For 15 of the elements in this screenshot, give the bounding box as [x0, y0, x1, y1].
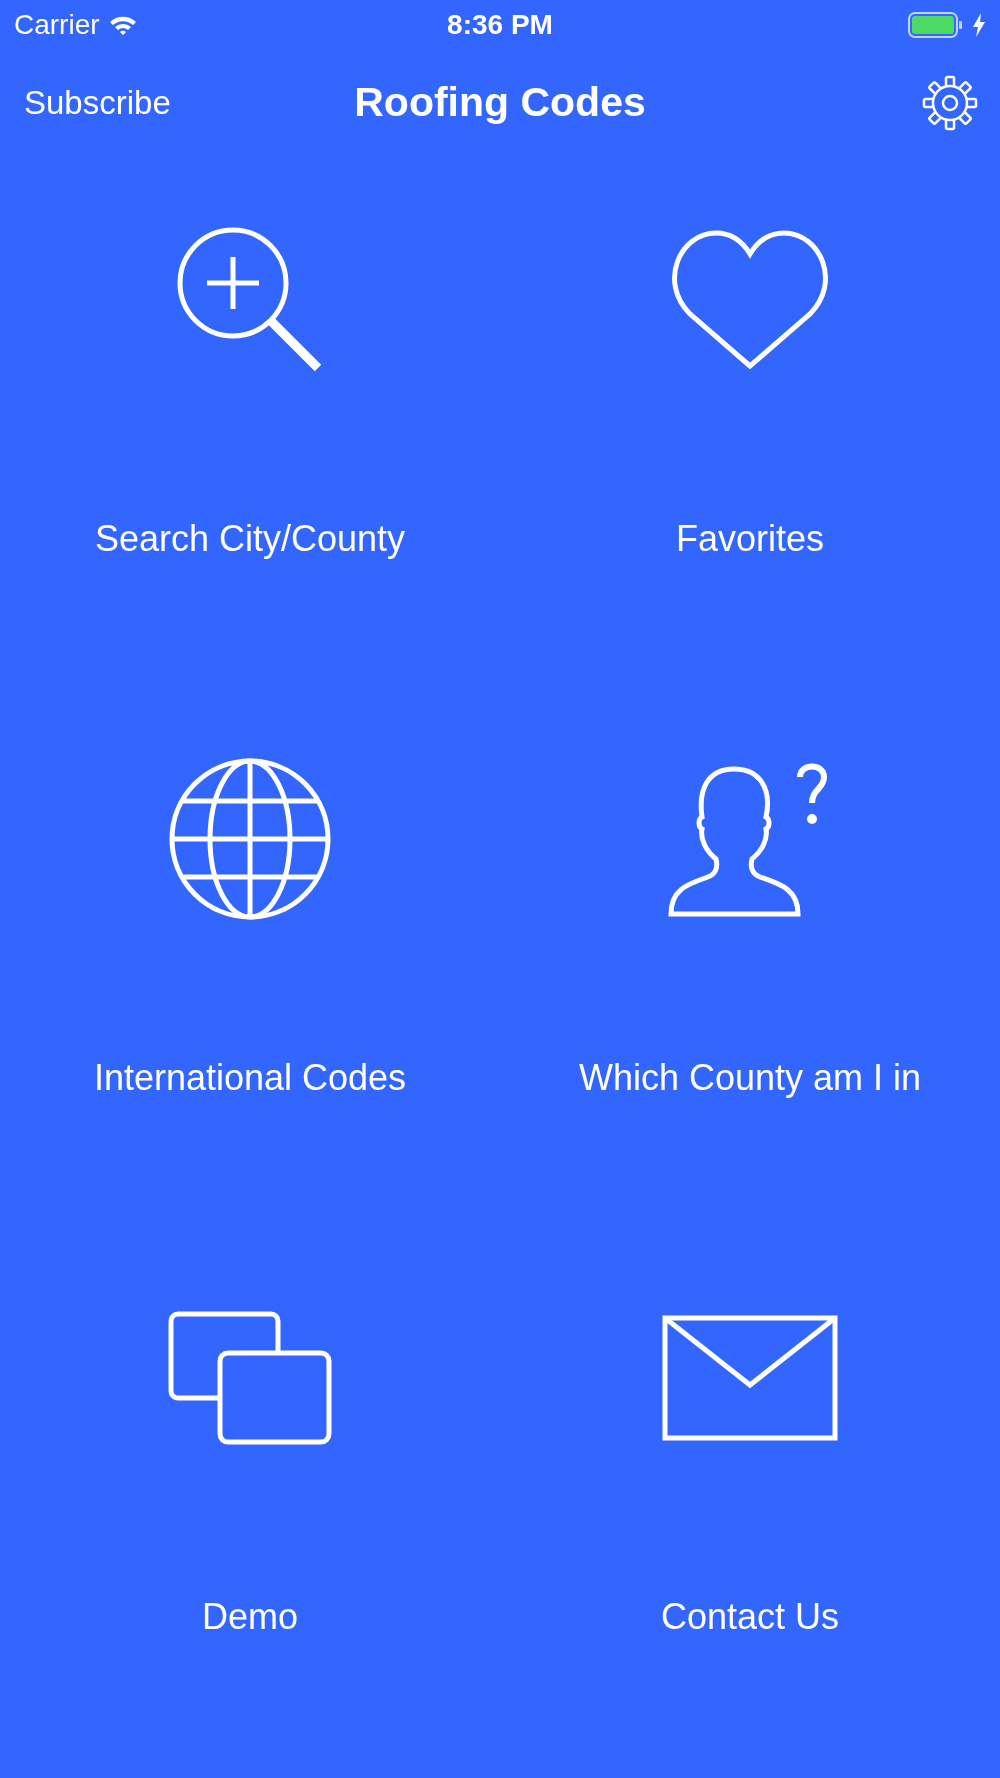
screen-title: Roofing Codes [354, 79, 646, 126]
charging-icon [972, 13, 986, 37]
envelope-icon [662, 1315, 838, 1441]
clock-time: 8:36 PM [447, 9, 553, 41]
menu-tile[interactable]: Demo [0, 1243, 500, 1778]
menu-tile[interactable]: International Codes [0, 704, 500, 1243]
battery-icon [908, 12, 964, 38]
menu-tile[interactable]: Search City/County [0, 165, 500, 704]
windows-icon [168, 1311, 332, 1445]
menu-tile[interactable]: Favorites [500, 165, 1000, 704]
carrier-name: Carrier [14, 9, 100, 41]
menu-tile[interactable]: Contact Us [500, 1243, 1000, 1778]
globe-icon [168, 757, 332, 921]
subscribe-button[interactable]: Subscribe [24, 83, 171, 122]
menu-tile[interactable]: Which County am I in [500, 704, 1000, 1243]
